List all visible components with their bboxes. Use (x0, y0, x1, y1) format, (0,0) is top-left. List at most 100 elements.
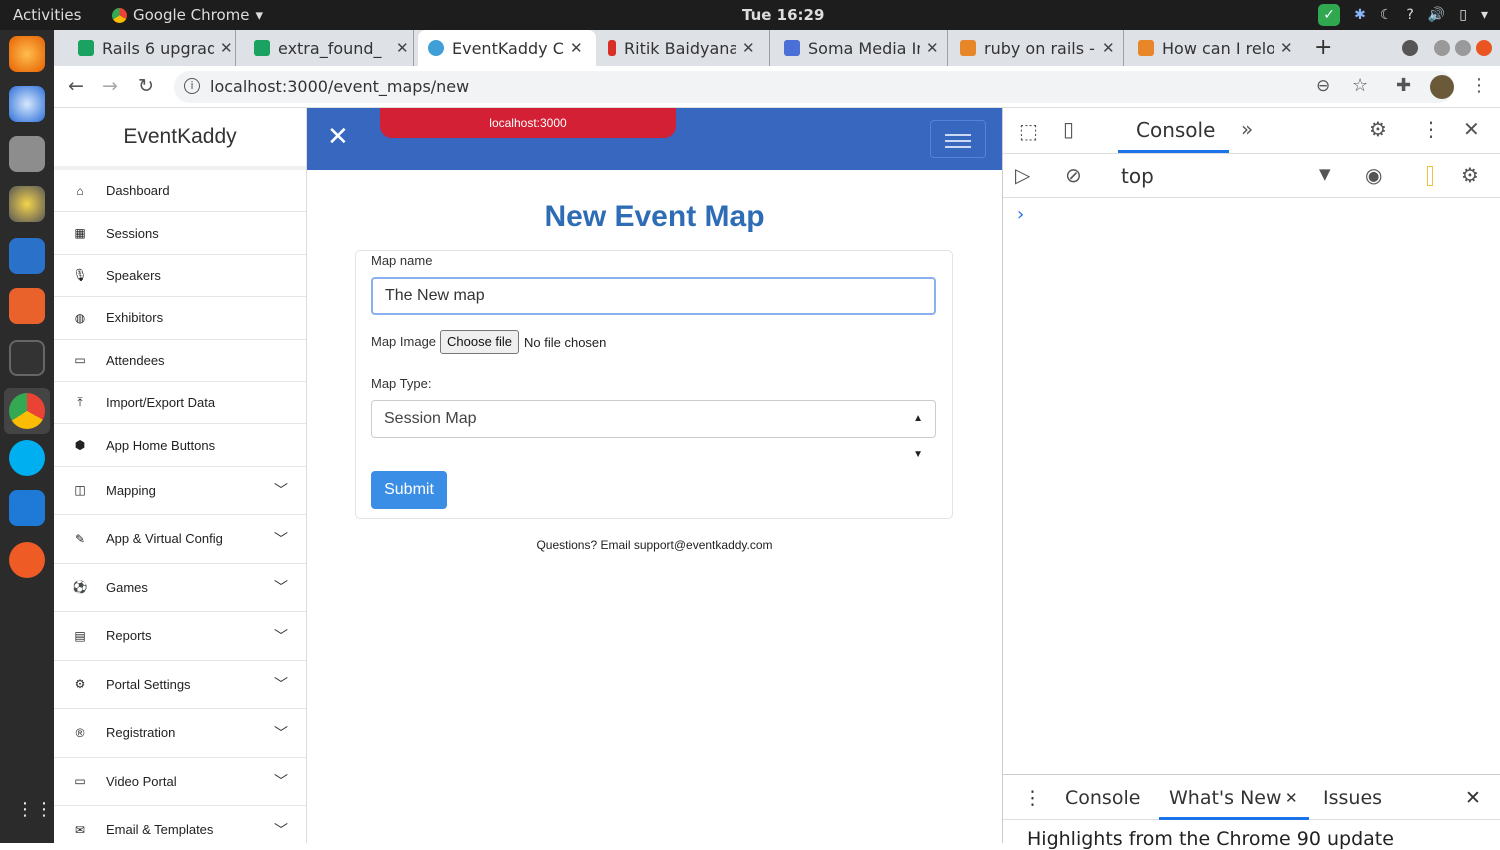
browser-tab[interactable]: Soma Media In ✕ (774, 30, 948, 66)
forward-icon[interactable]: → (102, 75, 118, 97)
map-type-select[interactable]: Session Map ▲ ▼ (371, 400, 936, 460)
back-icon[interactable]: ← (68, 75, 84, 97)
settings-gear-icon[interactable]: ⚙ (1369, 117, 1387, 141)
hamburger-menu-button[interactable] (930, 120, 986, 158)
sidebar-item[interactable]: ▦ Sessions (54, 212, 306, 255)
close-devtools-icon[interactable]: ✕ (1463, 117, 1480, 141)
browser-tab[interactable]: Ritik Baidyana ✕ (598, 30, 770, 66)
close-tab-icon[interactable]: ✕ (926, 39, 939, 57)
drawer-tab-whats-new[interactable]: What's New (1169, 787, 1282, 809)
sidebar-item[interactable]: ▤ Reports ﹀ (54, 612, 306, 661)
browser-tab-active[interactable]: EventKaddy Cl ✕ (418, 30, 596, 66)
browser-tab[interactable]: ruby on rails - ✕ (950, 30, 1124, 66)
drawer-menu-icon[interactable]: ⋮ (1023, 787, 1042, 809)
zoom-icon[interactable]: ⊖ (1316, 76, 1330, 96)
bluetooth-icon[interactable]: ✱ (1354, 7, 1366, 23)
sidebar-item[interactable]: ◫ Mapping ﹀ (54, 467, 306, 516)
reload-icon[interactable]: ↻ (138, 75, 154, 97)
drawer-tab-issues[interactable]: Issues (1323, 787, 1382, 809)
sidebar-item[interactable]: ✎ App & Virtual Config ﹀ (54, 515, 306, 564)
skype-icon[interactable] (9, 440, 45, 476)
sidebar-item[interactable]: ⚽ Games ﹀ (54, 564, 306, 613)
window-close-icon[interactable] (1476, 40, 1492, 56)
chevron-down-icon[interactable]: ﹀ (256, 480, 306, 500)
chevron-down-icon[interactable]: ﹀ (256, 771, 306, 791)
close-tab-icon[interactable]: ✕ (1102, 39, 1115, 57)
map-name-input[interactable]: The New map (371, 277, 936, 315)
sidebar-item[interactable]: ✉ Email & Templates ﹀ (54, 806, 306, 843)
software-center-icon[interactable] (9, 288, 45, 324)
tab-console[interactable]: Console (1136, 118, 1215, 142)
vscode-icon[interactable] (9, 490, 45, 526)
sidebar-item[interactable]: ⤒ Import/Export Data (54, 382, 306, 425)
submit-button[interactable]: Submit (371, 471, 447, 509)
battery-icon[interactable]: ▯ (1459, 7, 1467, 23)
window-maximize-icon[interactable] (1455, 40, 1471, 56)
close-tab-icon[interactable]: ✕ (570, 39, 583, 57)
console-prompt-icon[interactable]: › (1017, 204, 1024, 225)
chrome-menu-icon[interactable]: ⋮ (1470, 75, 1488, 96)
new-tab-icon[interactable]: + (1314, 35, 1332, 60)
console-settings-gear-icon[interactable]: ⚙ (1461, 163, 1479, 187)
close-sidebar-icon[interactable]: ✕ (327, 122, 349, 152)
night-light-icon[interactable]: ☾ (1380, 7, 1393, 23)
url-text[interactable]: localhost:3000/event_maps/new (210, 77, 469, 96)
sidebar-item[interactable]: ▭ Attendees (54, 340, 306, 382)
sidebar-item[interactable]: ⬢ App Home Buttons (54, 424, 306, 467)
app-menu[interactable]: Google Chrome ▾ (112, 6, 263, 24)
chevron-down-icon[interactable]: ﹀ (256, 820, 306, 840)
browser-tab[interactable]: Rails 6 upgrad ✕ (68, 30, 236, 66)
files-icon[interactable] (9, 136, 45, 172)
sidebar-item[interactable]: ⌂ Dashboard (54, 170, 306, 213)
postman-icon[interactable] (9, 542, 45, 578)
writer-icon[interactable] (9, 238, 45, 274)
sidebar-item[interactable]: 🎙 Speakers (54, 255, 306, 298)
update-check-icon[interactable]: ✓ (1318, 4, 1341, 26)
thunderbird-icon[interactable] (9, 86, 45, 122)
window-minimize-icon[interactable] (1434, 40, 1450, 56)
live-expression-eye-icon[interactable]: ◉ (1365, 163, 1382, 187)
browser-tab[interactable]: extra_found_ ✕ (244, 30, 414, 66)
eventkaddy-logo[interactable]: EventKaddy (54, 108, 306, 170)
filter-input[interactable] (1427, 166, 1433, 186)
chevron-down-icon[interactable]: ﹀ (256, 674, 306, 694)
close-drawer-icon[interactable]: ✕ (1465, 787, 1481, 809)
help-icon[interactable]: ? (1406, 7, 1413, 23)
rhythmbox-icon[interactable] (9, 186, 45, 222)
chevron-down-icon[interactable]: ﹀ (256, 529, 306, 549)
tab-search-icon[interactable] (1402, 40, 1418, 56)
sidebar-item[interactable]: ⚙ Portal Settings ﹀ (54, 661, 306, 710)
device-toolbar-icon[interactable]: ▯ (1063, 117, 1074, 141)
clock[interactable]: Tue 16:29 (742, 6, 824, 24)
close-tab-icon[interactable]: ✕ (220, 39, 233, 57)
devtools-menu-icon[interactable]: ⋮ (1421, 117, 1441, 141)
more-tabs-icon[interactable]: » (1241, 117, 1253, 141)
info-icon[interactable]: i (184, 78, 200, 94)
volume-icon[interactable]: 🔊 (1428, 7, 1445, 23)
bookmark-star-icon[interactable]: ☆ (1352, 75, 1368, 96)
close-tab-icon[interactable]: ✕ (742, 39, 755, 57)
chevron-down-icon[interactable]: ﹀ (256, 577, 306, 597)
close-tab-icon[interactable]: ✕ (1280, 39, 1293, 57)
chevron-down-icon[interactable]: ﹀ (256, 626, 306, 646)
system-menu-caret-icon[interactable]: ▾ (1481, 7, 1488, 23)
drawer-tab-console[interactable]: Console (1065, 787, 1140, 809)
clear-console-icon[interactable]: ⊘ (1065, 163, 1082, 187)
sidebar-item[interactable]: ® Registration ﹀ (54, 709, 306, 758)
choose-file-button[interactable]: Choose file (440, 330, 520, 354)
context-dropdown-icon[interactable]: ▼ (1319, 165, 1331, 183)
sidebar-item[interactable]: ▭ Video Portal ﹀ (54, 758, 306, 807)
browser-tab[interactable]: How can I relo ✕ (1128, 30, 1304, 66)
system-tray[interactable]: ✓ ✱ ☾ ? 🔊 ▯ ▾ (1318, 4, 1488, 26)
profile-avatar[interactable] (1430, 75, 1454, 99)
terminal-icon[interactable] (9, 340, 45, 376)
chevron-down-icon[interactable]: ﹀ (256, 723, 306, 743)
close-tab-icon[interactable]: ✕ (396, 39, 409, 57)
close-whats-new-icon[interactable]: ✕ (1285, 789, 1298, 807)
sidebar-item[interactable]: ◍ Exhibitors (54, 297, 306, 340)
context-selector[interactable]: top (1121, 164, 1154, 188)
extensions-icon[interactable]: ✚ (1396, 75, 1411, 96)
inspect-element-icon[interactable]: ⬚ (1019, 119, 1038, 143)
sidebar-toggle-icon[interactable]: ▷ (1015, 163, 1030, 187)
firefox-icon[interactable] (9, 36, 45, 72)
